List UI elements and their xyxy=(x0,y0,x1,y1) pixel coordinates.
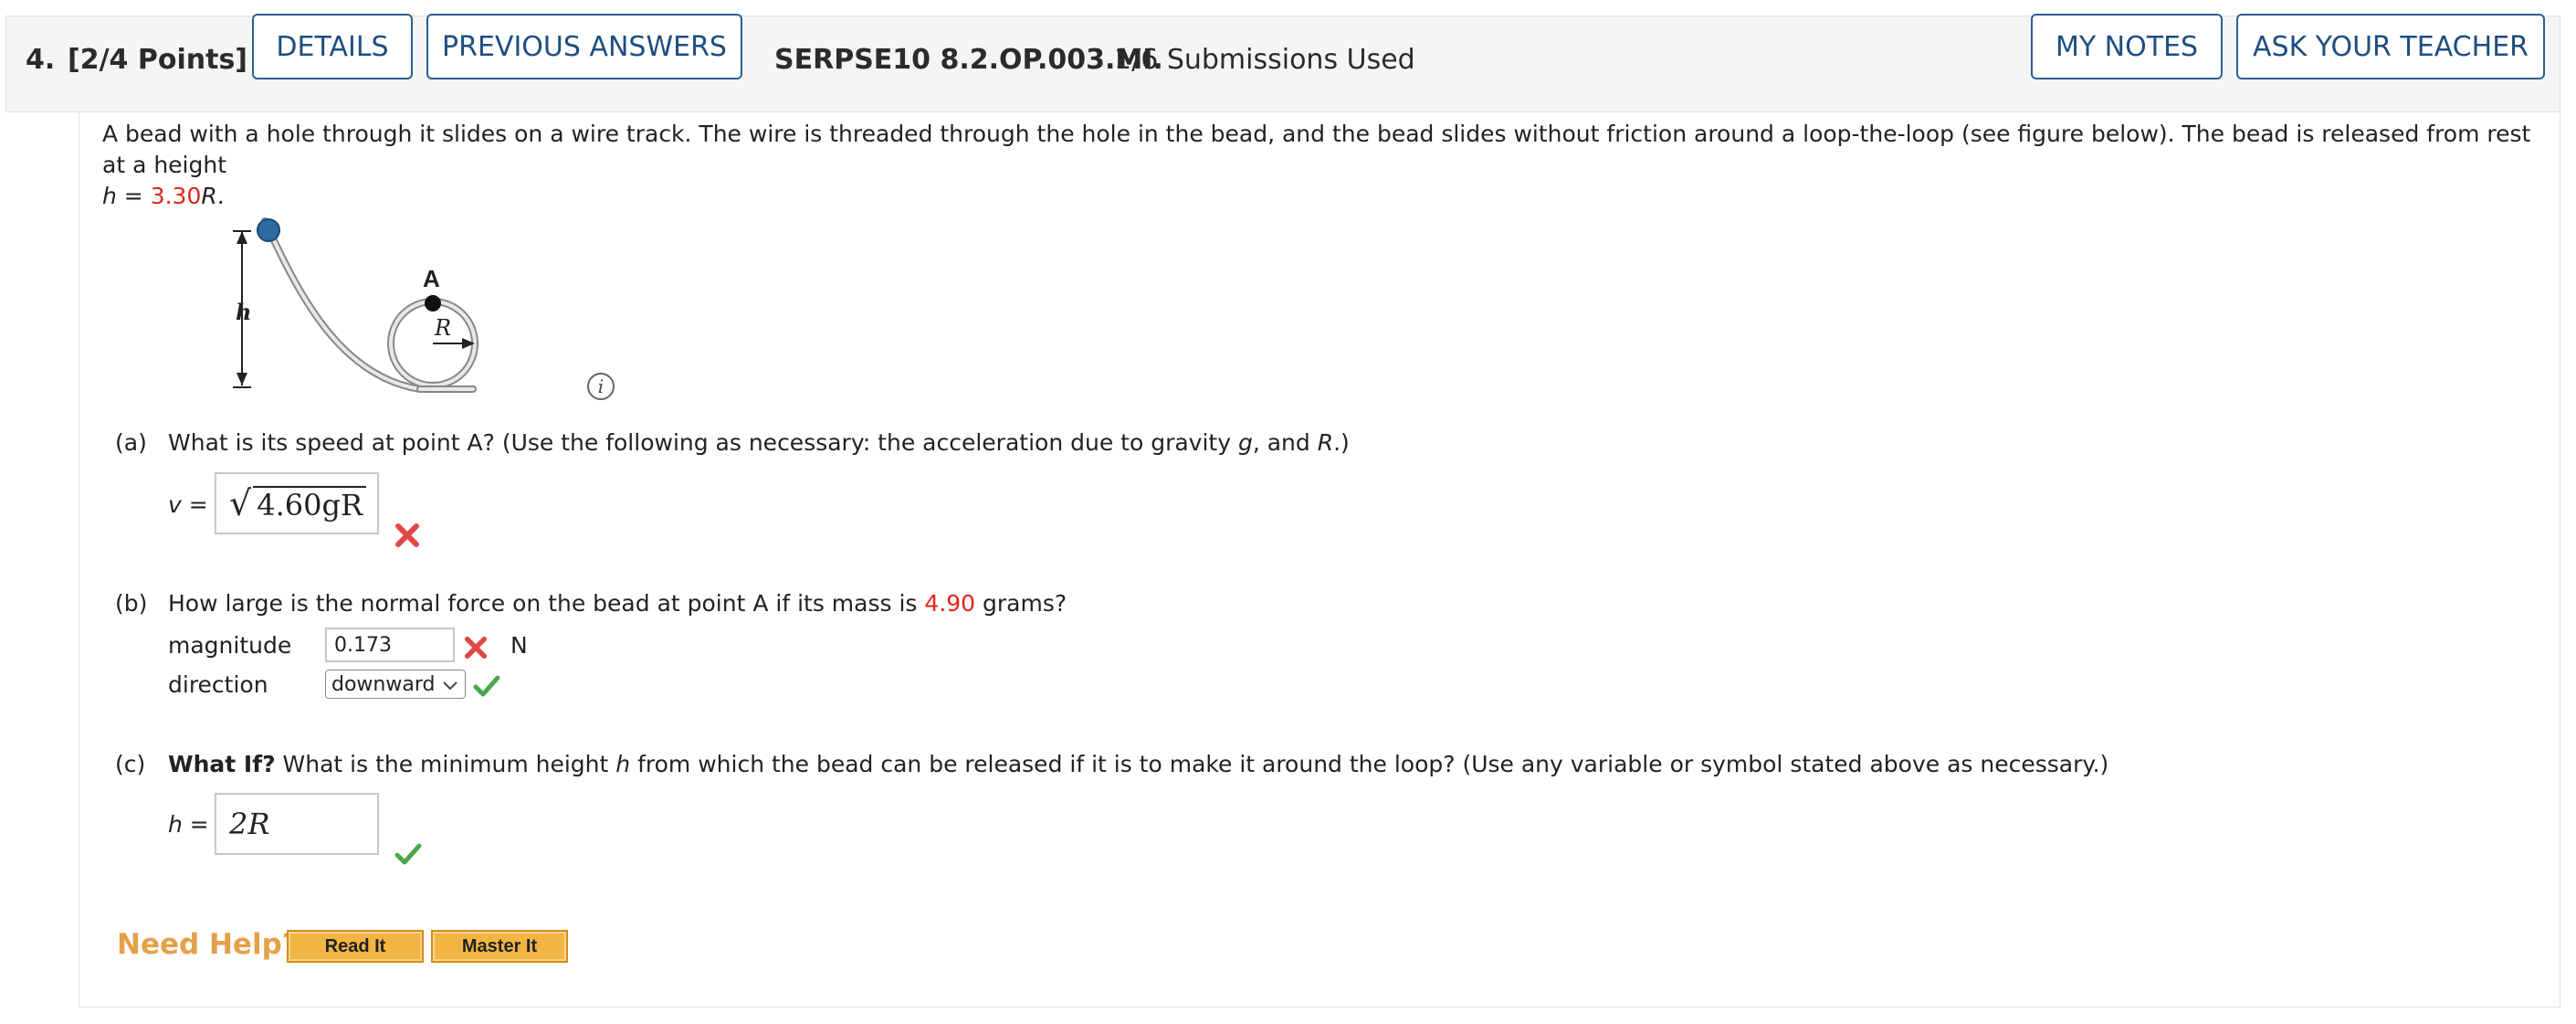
incorrect-icon xyxy=(464,636,488,660)
part-a-question-prefix: What is its speed at point A? (Use the f… xyxy=(168,429,1238,456)
part-c-h: h xyxy=(615,751,631,777)
my-notes-button[interactable]: MY NOTES xyxy=(2031,14,2223,79)
sqrt-expression: √ 4.60gR xyxy=(229,483,367,523)
direction-label: direction xyxy=(168,671,268,698)
part-c-label: (c) xyxy=(115,751,146,777)
part-a-answer-label: v = xyxy=(168,491,208,518)
incorrect-icon xyxy=(395,523,419,547)
submissions-used: 1/6 Submissions Used xyxy=(1114,44,1415,76)
problem-statement: A bead with a hole through it slides on … xyxy=(102,119,2531,212)
part-b-question-suffix: grams? xyxy=(975,590,1067,617)
part-c-answer-field[interactable]: 2R xyxy=(215,793,379,855)
part-b-question-prefix: How large is the normal force on the bea… xyxy=(168,590,925,617)
prompt-equals: = xyxy=(116,183,151,209)
prompt-h-var: h xyxy=(102,183,117,209)
part-b-mass: 4.90 xyxy=(924,590,976,617)
need-help-title: Need Help? xyxy=(117,928,299,961)
part-c-answer-label: h = xyxy=(168,811,209,838)
previous-answers-button[interactable]: PREVIOUS ANSWERS xyxy=(426,14,742,79)
part-a-answer-value: 4.60gR xyxy=(253,486,367,521)
part-a-g: g xyxy=(1237,429,1253,456)
info-icon[interactable]: i xyxy=(587,373,615,400)
question-number: 4. xyxy=(26,44,56,76)
part-a-question: What is its speed at point A? (Use the f… xyxy=(168,429,1350,456)
part-c-answer-eq: = xyxy=(182,811,209,838)
ask-your-teacher-button[interactable]: ASK YOUR TEACHER xyxy=(2236,14,2545,79)
part-b-question: How large is the normal force on the bea… xyxy=(168,590,1067,617)
question-points: [2/4 Points] xyxy=(68,44,248,76)
details-button[interactable]: DETAILS xyxy=(252,14,413,79)
label-a: A xyxy=(423,265,440,292)
magnitude-input[interactable]: 0.173 xyxy=(325,628,455,662)
sqrt-symbol: √ xyxy=(229,483,252,523)
part-c-question: What If? What is the minimum height h fr… xyxy=(168,751,2108,777)
part-a-label: (a) xyxy=(115,429,147,456)
direction-select[interactable]: downward xyxy=(325,670,466,699)
master-it-button[interactable]: Master It xyxy=(431,930,568,963)
wire-track xyxy=(261,217,478,393)
prompt-text: A bead with a hole through it slides on … xyxy=(102,121,2531,178)
label-h: h xyxy=(236,299,251,325)
part-a-question-suffix: .) xyxy=(1333,429,1350,456)
part-c-question-prefix: What is the minimum height xyxy=(275,751,616,777)
part-b-label: (b) xyxy=(115,590,148,617)
part-a-answer-field[interactable]: √ 4.60gR xyxy=(215,472,379,534)
part-c-question-suffix: from which the bead can be released if i… xyxy=(630,751,2109,777)
label-r: R xyxy=(434,315,451,341)
part-c-answer-var: h xyxy=(168,811,183,838)
prompt-h-value: 3.30 xyxy=(150,183,202,209)
read-it-button[interactable]: Read It xyxy=(287,930,424,963)
part-a-answer-var: v xyxy=(168,491,182,518)
direction-select-value: downward xyxy=(331,672,436,696)
part-a-r: R xyxy=(1317,429,1334,456)
what-if-label: What If? xyxy=(168,751,276,777)
part-a-question-mid: , and xyxy=(1252,429,1318,456)
chevron-down-icon xyxy=(443,681,457,691)
bead xyxy=(257,218,280,242)
magnitude-label: magnitude xyxy=(168,632,292,659)
point-a-marker xyxy=(425,295,441,311)
correct-checkmark-icon xyxy=(473,675,500,697)
question-code: SERPSE10 8.2.OP.003.MI. xyxy=(774,44,1163,76)
part-c-answer-value: 2R xyxy=(229,807,270,841)
part-a-answer-eq: = xyxy=(181,491,208,518)
correct-checkmark-icon xyxy=(394,843,422,865)
unit-label: N xyxy=(510,632,528,659)
loop-the-loop-figure: h A R xyxy=(233,217,478,393)
